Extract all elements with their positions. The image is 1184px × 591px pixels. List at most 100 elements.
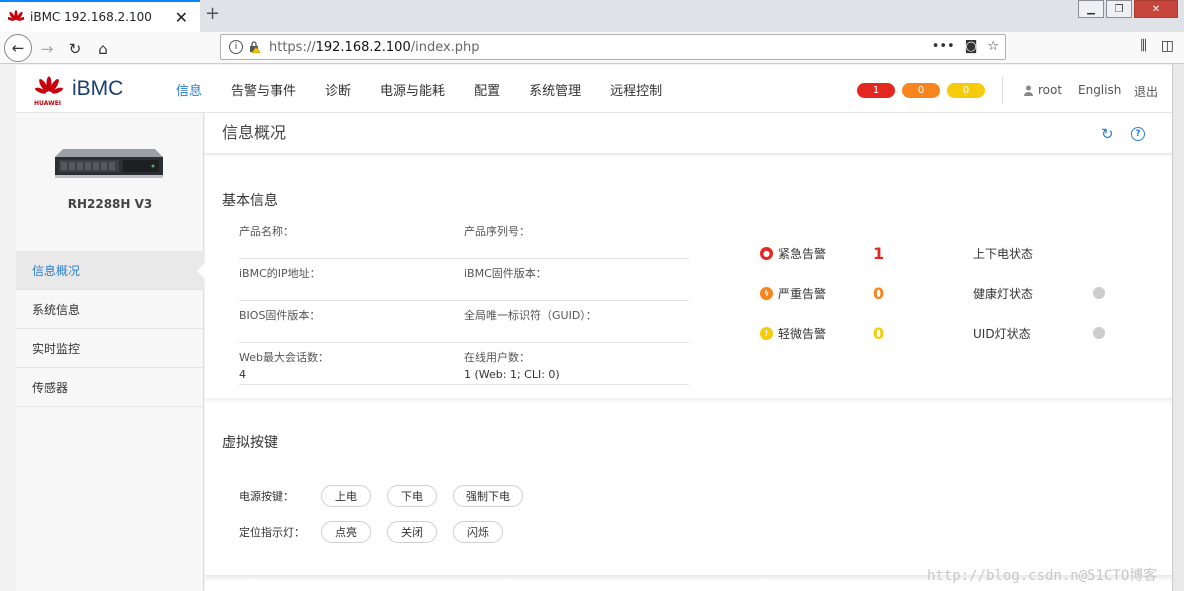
help-icon[interactable]: ?: [1131, 127, 1145, 141]
brand-name: iBMC: [72, 77, 124, 100]
window-close-icon[interactable]: ✕: [1134, 0, 1178, 18]
info-product-name: 产品名称：: [239, 217, 464, 258]
info-row: iBMC的IP地址： iBMC固件版本：: [239, 259, 689, 301]
pocket-icon[interactable]: ◙: [965, 39, 978, 54]
sidebar-item-label: 实时监控: [32, 341, 81, 356]
url-prefix: https://: [269, 39, 316, 55]
info-label: 产品序列号：: [464, 225, 530, 238]
nav-system-management[interactable]: 系统管理: [529, 80, 581, 99]
power-button-row: 电源按键： 上电 下电 强制下电: [239, 485, 539, 507]
refresh-icon[interactable]: ↻: [1101, 125, 1114, 143]
main-nav: 信息 告警与事件 诊断 电源与能耗 配置 系统管理 远程控制: [176, 65, 691, 113]
alarm-label: 严重告警: [778, 286, 827, 301]
led-off-button[interactable]: 关闭: [387, 521, 437, 543]
sidebar-item-system-info[interactable]: 系统信息: [16, 290, 204, 329]
info-label: 全局唯一标识符（GUID）：: [464, 309, 597, 322]
led-on-button[interactable]: 点亮: [321, 521, 371, 543]
sidebar-item-label: 信息概况: [32, 263, 81, 278]
basic-info-grid: 产品名称： 产品序列号： iBMC的IP地址： iBMC固件版本： BIOS固件…: [239, 217, 689, 385]
address-bar[interactable]: i https://192.168.2.100/index.php ••• ◙ …: [220, 34, 1006, 60]
server-model: RH2288H V3: [67, 197, 153, 211]
sidebar: RH2288H V3 信息概况 系统信息 实时监控 传感器: [16, 113, 206, 591]
info-value: 4: [239, 368, 246, 381]
info-label: BIOS固件版本：: [239, 309, 321, 322]
info-row: 产品名称： 产品序列号：: [239, 217, 689, 259]
info-icon[interactable]: i: [229, 40, 243, 54]
sidebar-item-sensors[interactable]: 传感器: [16, 368, 204, 407]
critical-alarm-row: ● 紧急告警 1 上下电状态: [760, 233, 1120, 273]
minor-alarm-count[interactable]: 0: [873, 324, 973, 343]
sidebar-item-realtime-monitor[interactable]: 实时监控: [16, 329, 204, 368]
alarm-label: 紧急告警: [778, 246, 827, 261]
sidebar-menu: 信息概况 系统信息 实时监控 传感器: [16, 251, 206, 407]
maximize-icon[interactable]: ❐: [1106, 0, 1132, 18]
nav-remote-control[interactable]: 远程控制: [610, 80, 662, 99]
sidebar-item-label: 传感器: [32, 380, 69, 395]
main-content: 信息概况 ↻ ? 基本信息 产品名称： 产品序列号： iBMC的IP地址： iB…: [205, 113, 1172, 591]
led-blink-button[interactable]: 闪烁: [453, 521, 503, 543]
browser-tab[interactable]: iBMC 192.168.2.100 ✕: [0, 0, 200, 32]
user-menu[interactable]: root: [1024, 83, 1062, 97]
info-guid: 全局唯一标识符（GUID）：: [464, 301, 689, 342]
tab-close-icon[interactable]: ✕: [175, 8, 188, 27]
info-online-users: 在线用户数： 1 (Web: 1; CLI: 0): [464, 343, 689, 384]
critical-alarm-count[interactable]: 1: [873, 244, 973, 263]
forward-arrow-icon[interactable]: →: [34, 36, 60, 62]
reload-icon[interactable]: ↻: [62, 36, 88, 62]
major-alarm-badge[interactable]: 0: [902, 83, 940, 98]
force-power-off-button[interactable]: 强制下电: [453, 485, 523, 507]
ibmc-header: HUAWEI iBMC 信息 告警与事件 诊断 电源与能耗 配置 系统管理 远程…: [16, 65, 1172, 113]
major-alarm-icon: ϟ: [760, 286, 773, 300]
tab-title: iBMC 192.168.2.100: [30, 10, 152, 24]
alarm-label: 轻微告警: [778, 326, 827, 341]
nav-config[interactable]: 配置: [474, 80, 500, 99]
nav-diagnostics[interactable]: 诊断: [325, 80, 351, 99]
url-text: https://192.168.2.100/index.php: [269, 40, 480, 55]
sidebar-item-label: 系统信息: [32, 302, 81, 317]
info-label: iBMC固件版本：: [464, 267, 547, 280]
info-row: Web最大会话数： 4 在线用户数： 1 (Web: 1; CLI: 0): [239, 343, 689, 385]
huawei-wordmark: HUAWEI: [34, 100, 62, 107]
virtual-keys-title: 虚拟按键: [222, 435, 278, 451]
sidebar-item-overview[interactable]: 信息概况: [16, 251, 206, 290]
uid-led-label: UID灯状态: [973, 326, 1031, 341]
info-serial-number: 产品序列号：: [464, 217, 689, 258]
huawei-logo-icon: HUAWEI: [34, 76, 64, 107]
home-icon[interactable]: ⌂: [90, 36, 116, 62]
info-ibmc-ip: iBMC的IP地址：: [239, 259, 464, 300]
lock-warning-icon[interactable]: [249, 41, 261, 54]
sidebar-toggle-icon[interactable]: ◫: [1161, 38, 1174, 54]
minimize-icon[interactable]: ▁: [1078, 0, 1104, 18]
library-icon[interactable]: ⫼: [1140, 38, 1146, 54]
bookmark-star-icon[interactable]: ☆: [987, 39, 999, 54]
health-led-label: 健康灯状态: [973, 286, 1034, 301]
major-alarm-count[interactable]: 0: [873, 284, 973, 303]
url-path: /index.php: [410, 39, 480, 55]
minor-alarm-row: ! 轻微告警 0 UID灯状态: [760, 313, 1120, 353]
back-arrow-icon[interactable]: ←: [4, 34, 32, 62]
page-actions-icon[interactable]: •••: [932, 39, 955, 54]
uid-led-indicator: [1093, 327, 1105, 339]
window-controls: ▁ ❐ ✕: [1076, 0, 1178, 18]
nav-info[interactable]: 信息: [176, 80, 202, 99]
nav-power-energy[interactable]: 电源与能耗: [380, 80, 445, 99]
title-divider: [205, 153, 1172, 157]
username: root: [1038, 83, 1063, 97]
info-label: Web最大会话数：: [239, 351, 329, 364]
new-tab-icon[interactable]: +: [205, 3, 220, 24]
logout-link[interactable]: 退出: [1134, 83, 1158, 100]
power-on-button[interactable]: 上电: [321, 485, 371, 507]
language-switch[interactable]: English: [1078, 83, 1121, 97]
info-max-sessions: Web最大会话数： 4: [239, 343, 464, 384]
major-alarm-row: ϟ 严重告警 0 健康灯状态: [760, 273, 1120, 313]
info-bios-firmware: BIOS固件版本：: [239, 301, 464, 342]
minor-alarm-icon: !: [760, 326, 773, 340]
locator-led-row: 定位指示灯： 点亮 关闭 闪烁: [239, 521, 519, 543]
minor-alarm-badge[interactable]: 0: [947, 83, 985, 98]
critical-alarm-badge[interactable]: 1: [857, 83, 895, 98]
power-off-button[interactable]: 下电: [387, 485, 437, 507]
locator-led-label: 定位指示灯：: [239, 526, 305, 539]
page-title: 信息概况: [222, 123, 287, 142]
critical-alarm-icon: ●: [760, 246, 773, 260]
nav-alarms-events[interactable]: 告警与事件: [231, 80, 296, 99]
